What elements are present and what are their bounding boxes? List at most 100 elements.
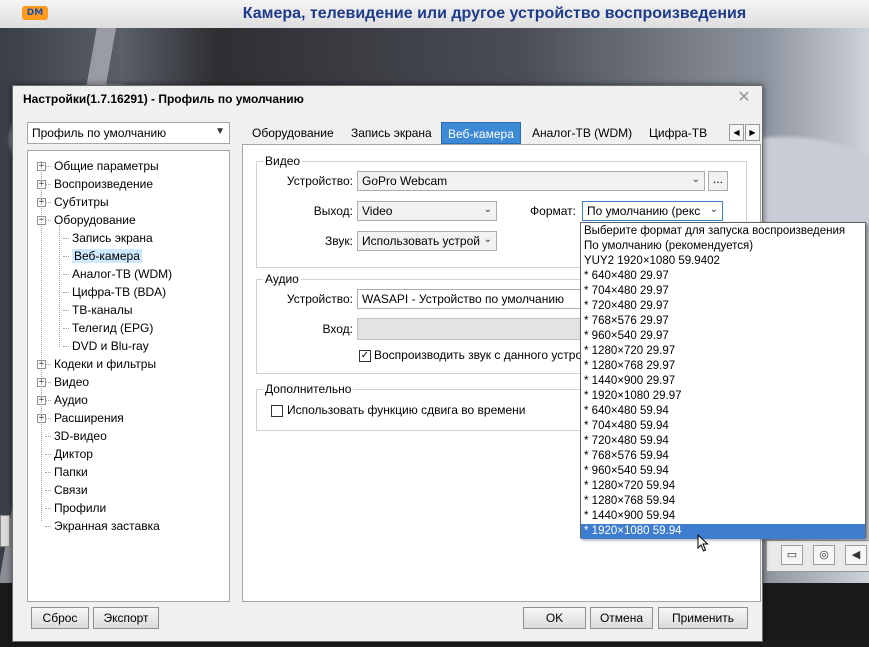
tree-item-label: Диктор [54,447,93,461]
format-option[interactable]: * 640×480 29.97 [581,269,865,284]
tree-item-label: Цифра-ТВ (BDA) [72,285,167,299]
format-option[interactable]: * 720×480 29.97 [581,299,865,314]
format-option[interactable]: * 768×576 29.97 [581,314,865,329]
tree-connector [63,274,69,275]
tree-item[interactable]: Аудио [54,391,88,409]
format-option[interactable]: * 1280×768 59.94 [581,494,865,509]
chevron-down-icon: ⌄ [483,234,492,245]
audio-device-select[interactable]: WASAPI - Устройство по умолчанию [357,289,597,309]
tree-item[interactable]: Субтитры [54,193,109,211]
tree-item-label: Расширения [54,411,124,425]
tree-connector [45,454,51,455]
format-option[interactable]: * 704×480 59.94 [581,419,865,434]
tab-digital-tv[interactable]: Цифра-ТВ [643,122,713,144]
tree-item[interactable]: Общие параметры [54,157,159,175]
format-option[interactable]: YUY2 1920×1080 59.9402 [581,254,865,269]
output-select[interactable]: Video ⌄ [357,201,497,221]
tree-connector [41,161,42,521]
audio-device-label: Устройство: [286,292,353,306]
video-device-select[interactable]: GoPro Webcam ⌄ [357,171,705,191]
audio-device-value: WASAPI - Устройство по умолчанию [362,292,565,306]
format-option[interactable]: * 720×480 59.94 [581,434,865,449]
format-option[interactable]: * 704×480 29.97 [581,284,865,299]
tab-analog-tv[interactable]: Аналог-ТВ (WDM) [526,122,638,144]
tree-item[interactable]: Кодеки и фильтры [54,355,156,373]
tree-item[interactable]: DVD и Blu-ray [72,337,149,355]
tab-screen-capture[interactable]: Запись экрана [345,122,438,144]
chevron-down-icon: ⌄ [691,174,700,185]
tree-item[interactable]: Телегид (EPG) [72,319,153,337]
screen-icon[interactable]: ▭ [781,545,803,565]
tree-item[interactable]: Воспроизведение [54,175,153,193]
tree-item[interactable]: Цифра-ТВ (BDA) [72,283,166,301]
tree-item[interactable]: 3D-видео [54,427,107,445]
tree-item[interactable]: Профили [54,499,106,517]
sound-select[interactable]: Использовать устрой ⌄ [357,231,497,251]
format-option[interactable]: * 960×540 59.94 [581,464,865,479]
format-option[interactable]: * 1440×900 29.97 [581,374,865,389]
tree-item-label: Аудио [54,393,88,407]
tree-connector [59,225,60,347]
mouse-cursor-icon [697,534,709,552]
profile-select[interactable]: Профиль по умолчанию ▼ [27,122,230,144]
tab-right-icon[interactable]: ▶ [745,124,760,141]
tab-left-icon[interactable]: ◀ [729,124,744,141]
format-option[interactable]: * 1440×900 59.94 [581,509,865,524]
format-option[interactable]: * 1280×720 29.97 [581,344,865,359]
device-label: Устройство: [286,174,353,188]
browse-button[interactable]: ... [708,171,728,191]
reset-button[interactable]: Сброс [31,607,89,629]
tree-item-label: DVD и Blu-ray [72,339,149,353]
tree-item[interactable]: Запись экрана [72,229,153,247]
format-option[interactable]: По умолчанию (рекомендуется) [581,239,865,254]
ok-button[interactable]: OK [523,607,586,629]
format-option[interactable]: * 1920×1080 59.94 [581,524,865,539]
audio-input-field [357,318,597,340]
tree-item-label: Оборудование [54,213,136,227]
format-option[interactable]: * 1280×768 29.97 [581,359,865,374]
cancel-button[interactable]: Отмена [590,607,653,629]
player-scrollbar[interactable] [0,515,10,547]
profile-select-value: Профиль по умолчанию [32,126,167,140]
chevron-down-icon: ▼ [215,126,225,137]
tree-connector [63,292,69,293]
tree-connector [45,526,51,527]
format-option[interactable]: * 1280×720 59.94 [581,479,865,494]
play-sound-label: Воспроизводить звук с данного устро [374,348,583,362]
tree-item[interactable]: Экранная заставка [54,517,160,535]
tree-item[interactable]: Оборудование [54,211,136,229]
close-icon[interactable]: ✕ [736,90,752,106]
timeshift-checkbox[interactable] [271,405,283,417]
tree-item-label: Кодеки и фильтры [54,357,157,371]
tree-item[interactable]: Видео [54,373,89,391]
stereo-icon[interactable]: ◎ [813,545,835,565]
play-sound-checkbox[interactable]: ✓ [359,350,371,362]
apply-button[interactable]: Применить [658,607,748,629]
format-option[interactable]: * 1920×1080 29.97 [581,389,865,404]
tab-hardware[interactable]: Оборудование [246,122,340,144]
tree-item-label: Общие параметры [54,159,159,173]
tree-item[interactable]: Веб-камера [72,247,142,265]
format-select[interactable]: По умолчанию (рекс ⌄ [582,201,723,221]
format-option[interactable]: Выберите формат для запуска воспроизведе… [581,224,865,239]
tree-item[interactable]: Диктор [54,445,93,463]
volume-icon[interactable]: ◀ [845,545,867,565]
tab-webcam[interactable]: Веб-камера [441,122,521,144]
tree-item[interactable]: Расширения [54,409,124,427]
format-label: Формат: [530,204,576,218]
tree-item[interactable]: Связи [54,481,88,499]
format-option[interactable]: * 640×480 59.94 [581,404,865,419]
player-titlebar: DM Камера, телевидение или другое устрой… [0,0,869,29]
sound-label: Звук: [325,234,353,248]
output-label: Выход: [313,204,353,218]
tree-item[interactable]: Папки [54,463,88,481]
format-option[interactable]: * 768×576 59.94 [581,449,865,464]
audio-group-title: Аудио [263,272,301,286]
tree-item-label: Субтитры [54,195,109,209]
tree-item[interactable]: Аналог-ТВ (WDM) [72,265,172,283]
video-group-title: Видео [263,154,303,168]
tree-item[interactable]: ТВ-каналы [72,301,132,319]
tab-scroller: ◀ ▶ [729,124,761,141]
export-button[interactable]: Экспорт [93,607,159,629]
format-option[interactable]: * 960×540 29.97 [581,329,865,344]
